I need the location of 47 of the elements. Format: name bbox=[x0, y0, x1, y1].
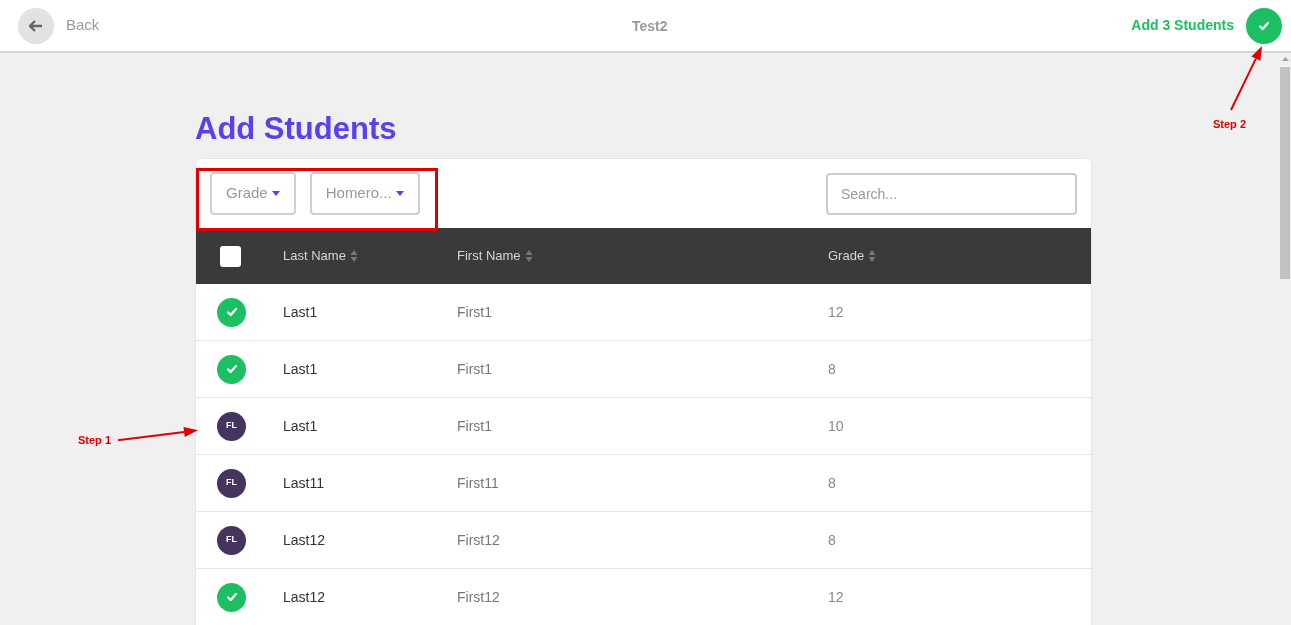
table-cell-text: First1 bbox=[457, 416, 493, 436]
page-title: Test2 bbox=[632, 17, 668, 36]
table-cell-text: First12 bbox=[457, 587, 501, 607]
table-cell-text: 10 bbox=[828, 416, 845, 436]
sort-icon[interactable] bbox=[524, 249, 533, 263]
column-header[interactable]: Grade bbox=[828, 246, 865, 266]
annotation-label: Step 2 bbox=[1213, 117, 1246, 132]
student-row[interactable]: FL Last12 First12 8 bbox=[196, 512, 1091, 569]
column-header[interactable]: First Name bbox=[457, 246, 521, 266]
avatar[interactable]: FL bbox=[217, 411, 246, 441]
annotation-label: Step 1 bbox=[78, 433, 111, 448]
table-cell-text: Last11 bbox=[283, 473, 325, 493]
student-row[interactable]: FL Last1 First1 10 bbox=[196, 398, 1091, 455]
avatar[interactable]: FL bbox=[217, 468, 246, 498]
sort-icon[interactable] bbox=[349, 249, 358, 263]
table-cell-text: Last1 bbox=[283, 416, 319, 436]
table-cell-text: 8 bbox=[828, 359, 837, 379]
table-cell-text: 8 bbox=[828, 473, 837, 493]
check-icon[interactable] bbox=[217, 582, 246, 612]
table-cell-text: Last1 bbox=[283, 302, 319, 322]
caret-icon bbox=[395, 191, 404, 196]
sort-icon[interactable] bbox=[868, 249, 877, 263]
caret-icon bbox=[271, 191, 280, 196]
table-cell-text: First1 bbox=[457, 359, 493, 379]
student-row[interactable]: FL Last11 First11 8 bbox=[196, 455, 1091, 512]
table-cell-text: First11 bbox=[457, 473, 500, 493]
table-cell-text: Last12 bbox=[283, 587, 327, 607]
check-icon[interactable] bbox=[217, 354, 246, 384]
page-heading: Add Students bbox=[195, 113, 398, 144]
search-field[interactable]: Search... bbox=[826, 172, 1077, 215]
table-cell-text: 12 bbox=[828, 587, 845, 607]
table-cell-text: Last1 bbox=[283, 359, 319, 379]
check-icon[interactable] bbox=[217, 297, 246, 327]
avatar[interactable]: FL bbox=[217, 525, 246, 555]
select-all-checkbox[interactable] bbox=[220, 245, 241, 267]
table-cell-text: 8 bbox=[828, 530, 837, 550]
table-cell-text: First1 bbox=[457, 302, 493, 322]
student-row[interactable]: Last1 First1 12 bbox=[196, 284, 1091, 341]
check-icon bbox=[1246, 7, 1282, 44]
table-cell-text: First12 bbox=[457, 530, 501, 550]
annotation-arrow bbox=[1230, 46, 1262, 111]
student-row[interactable]: Last1 First1 8 bbox=[196, 341, 1091, 398]
scroll-up-arrow-icon[interactable] bbox=[1281, 57, 1289, 61]
table-cell-text: Last12 bbox=[283, 530, 327, 550]
table-cell-text: 12 bbox=[828, 302, 845, 322]
student-row[interactable]: Last12 First12 12 bbox=[196, 569, 1091, 625]
column-header[interactable]: Last Name bbox=[283, 246, 346, 266]
